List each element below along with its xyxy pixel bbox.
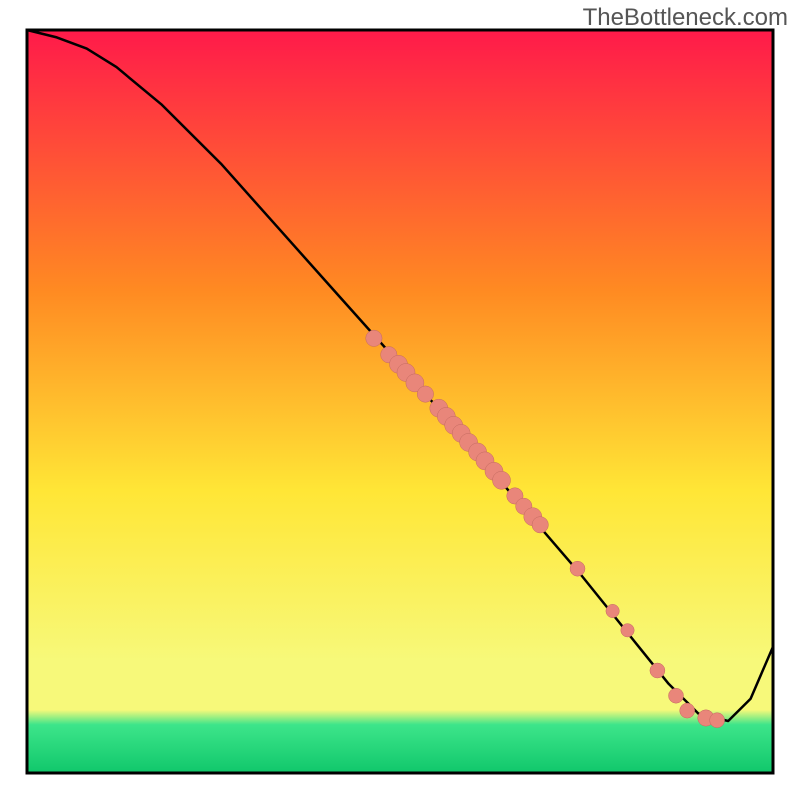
data-dot: [621, 624, 634, 637]
chart-container: TheBottleneck.com: [0, 0, 800, 800]
plot-background: [27, 30, 773, 773]
data-dot: [366, 330, 382, 346]
data-dot: [606, 604, 619, 617]
data-dot: [532, 517, 548, 533]
data-dot: [710, 713, 725, 728]
data-dot: [680, 703, 695, 718]
data-dot: [493, 471, 511, 489]
data-dot: [417, 386, 433, 402]
data-dot: [669, 688, 684, 703]
data-dot: [650, 663, 665, 678]
bottleneck-chart: [0, 0, 800, 800]
data-dot: [570, 561, 585, 576]
